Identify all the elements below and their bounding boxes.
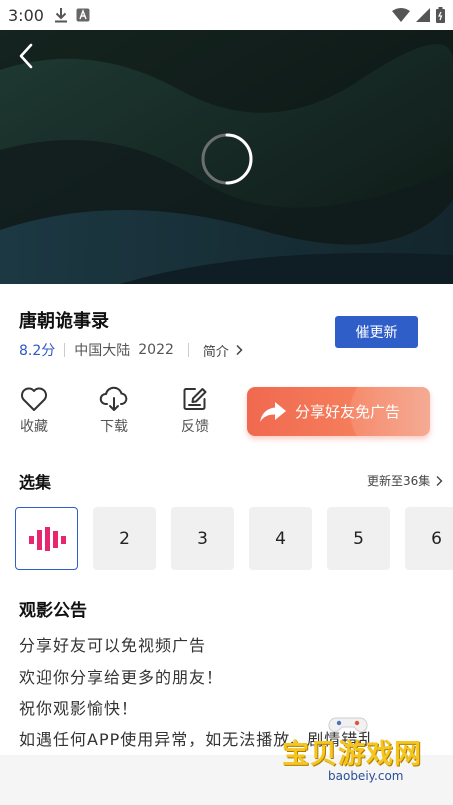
video-title: 唐朝诡事录 xyxy=(19,311,109,332)
status-bar: 3:00 xyxy=(0,0,453,30)
favorite-button[interactable]: 收藏 xyxy=(11,386,57,436)
video-meta: 8.2分 中国大陆 2022 简介 xyxy=(19,340,244,360)
episode-item-6[interactable]: 6 xyxy=(405,507,453,570)
download-label: 下载 xyxy=(100,419,128,435)
rating: 8.2分 xyxy=(19,343,56,359)
intro-label: 简介 xyxy=(202,344,229,360)
playing-bars-icon xyxy=(28,526,66,551)
watermark: 宝贝游戏网 baobeiy.com xyxy=(270,712,450,792)
status-icons-right xyxy=(392,7,445,23)
watermark-text: 宝贝游戏网 xyxy=(282,739,422,770)
episodes-more-label: 更新至36集 xyxy=(367,474,431,488)
watermark-url: baobeiy.com xyxy=(328,769,404,783)
notice-line: 分享好友可以免视频广告 xyxy=(19,636,207,655)
notice-line: 祝你观影愉快！ xyxy=(19,699,139,718)
region: 中国大陆 xyxy=(74,343,131,359)
divider xyxy=(64,343,66,357)
episode-item-2[interactable]: 2 xyxy=(93,507,156,570)
signal-icon xyxy=(416,8,430,22)
episode-item-5[interactable]: 5 xyxy=(327,507,390,570)
feedback-label: 反馈 xyxy=(181,419,209,435)
download-icon xyxy=(54,8,67,23)
status-time: 3:00 xyxy=(8,5,44,25)
banner-decoration xyxy=(350,387,430,436)
episodes-title: 选集 xyxy=(19,473,52,492)
favorite-label: 收藏 xyxy=(20,419,48,435)
wifi-icon xyxy=(392,8,410,22)
edit-icon xyxy=(183,388,207,410)
share-friends-banner[interactable]: 分享好友免广告 xyxy=(247,387,430,436)
video-player[interactable] xyxy=(0,30,453,284)
status-icons-left xyxy=(54,7,90,23)
loading-spinner-icon xyxy=(201,133,253,185)
year: 2022 xyxy=(138,342,174,358)
chevron-right-icon xyxy=(236,344,243,356)
notice-line: 欢迎你分享给更多的朋友！ xyxy=(19,668,224,687)
episode-list: 2 3 4 5 6 xyxy=(15,507,453,570)
chevron-left-icon xyxy=(19,43,33,69)
cloud-download-icon xyxy=(99,386,128,411)
episodes-more-link[interactable]: 更新至36集 xyxy=(367,472,444,489)
episode-item-4[interactable]: 4 xyxy=(249,507,312,570)
heart-icon xyxy=(21,387,47,411)
feedback-button[interactable]: 反馈 xyxy=(172,386,218,436)
episode-item-1[interactable] xyxy=(15,507,78,570)
a-notification-icon xyxy=(76,8,90,22)
download-button[interactable]: 下载 xyxy=(91,386,137,436)
back-button[interactable] xyxy=(12,42,40,70)
notice-title: 观影公告 xyxy=(19,601,87,621)
chevron-right-icon xyxy=(436,475,443,486)
battery-icon xyxy=(436,7,445,23)
intro-link[interactable]: 简介 xyxy=(203,341,244,360)
request-update-button[interactable]: 催更新 xyxy=(335,316,418,348)
episode-item-3[interactable]: 3 xyxy=(171,507,234,570)
divider xyxy=(187,343,189,357)
share-arrow-icon xyxy=(260,401,286,422)
